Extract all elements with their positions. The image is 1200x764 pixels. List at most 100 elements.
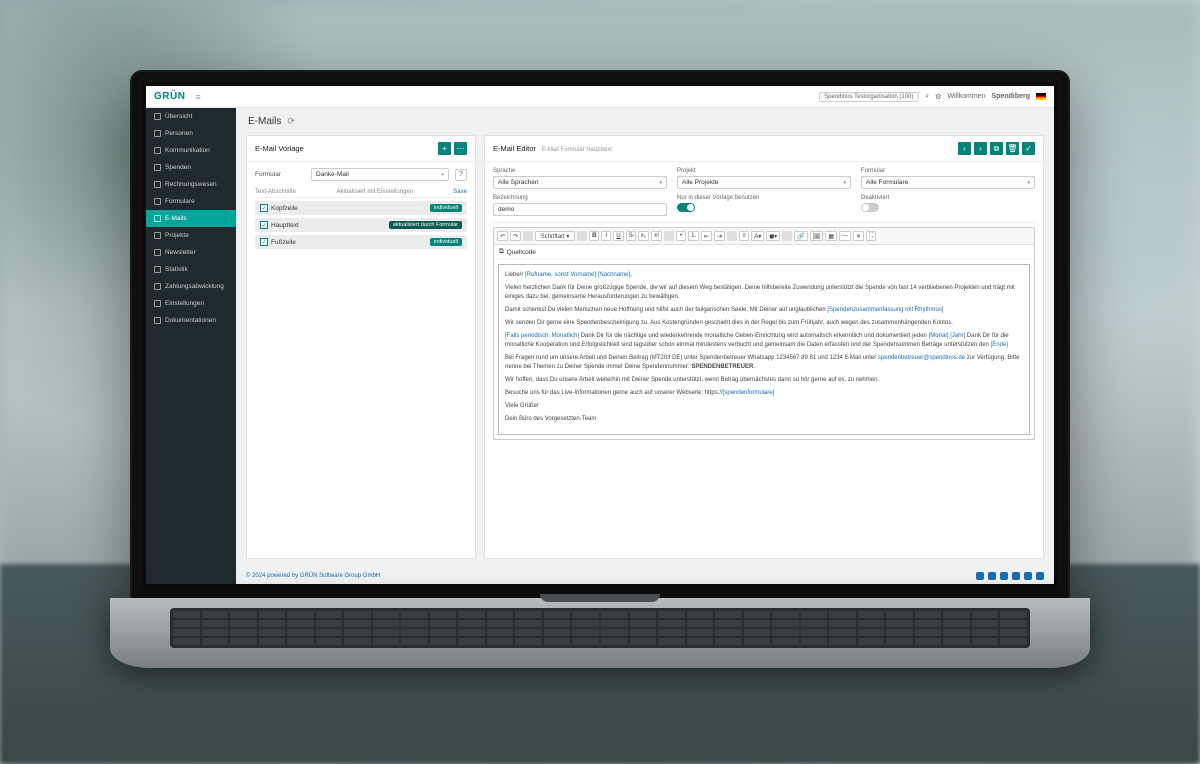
nurhier-toggle[interactable] <box>677 203 695 212</box>
laptop-keyboard <box>170 608 1030 648</box>
social-instagram-icon[interactable] <box>1036 572 1044 580</box>
editor-prev-button[interactable]: ‹ <box>958 142 971 155</box>
social-facebook-icon[interactable] <box>988 572 996 580</box>
nav-doku[interactable]: Dokumentationen <box>146 312 236 329</box>
source-label[interactable]: Quellcode <box>507 249 536 256</box>
list-ul-icon[interactable]: • <box>676 231 686 241</box>
social-linkedin-icon[interactable] <box>1000 572 1008 580</box>
editor-content[interactable]: Liebe/r [Rufname, sonst Vorname] [Nachna… <box>498 264 1030 435</box>
editor-panel-subtitle: E-Mail Formular Haupttext <box>542 147 612 153</box>
editor-panel: E-Mail Editor E-Mail Formular Haupttext … <box>484 135 1044 559</box>
payment-icon <box>154 283 161 290</box>
mail-icon <box>154 215 161 222</box>
italic-icon[interactable]: I <box>601 231 611 241</box>
people-icon <box>154 130 161 137</box>
align-left-icon[interactable]: ≡ <box>739 231 749 241</box>
bezeichnung-input[interactable]: demo <box>493 203 667 216</box>
template-add-button[interactable]: + <box>438 142 451 155</box>
nav-uebersicht[interactable]: Übersicht <box>146 108 236 125</box>
list-ol-icon[interactable]: 1. <box>688 231 699 241</box>
template-form-label: Formular <box>255 171 305 178</box>
checkbox-icon[interactable]: ✓ <box>260 204 268 212</box>
page-title: E-Mails <box>248 116 281 127</box>
link-icon[interactable]: 🔗 <box>794 231 807 241</box>
nav-rechnungswesen[interactable]: Rechnungswesen <box>146 176 236 193</box>
lang-flag-icon[interactable] <box>1036 93 1046 100</box>
hr-icon[interactable]: — <box>839 231 851 241</box>
indent-icon[interactable]: ⇥ <box>714 231 725 241</box>
nav-spenden[interactable]: Spenden <box>146 159 236 176</box>
sup-icon[interactable]: x² <box>651 231 662 241</box>
editor-delete-button[interactable]: 🗑 <box>1006 142 1019 155</box>
underline-icon[interactable]: U <box>613 231 623 241</box>
editor-panel-title: E-Mail Editor <box>493 144 536 153</box>
bold-icon[interactable]: B <box>589 231 599 241</box>
section-row[interactable]: ✓ Haupttext aktualisiert durch Formular <box>255 218 467 232</box>
checkbox-icon[interactable]: ✓ <box>260 221 268 229</box>
section-row[interactable]: ✓ Kopfzeile individuell <box>255 201 467 215</box>
font-select[interactable]: Schriftart ▾ <box>535 231 575 241</box>
editor-copy-button[interactable]: ⧉ <box>990 142 1003 155</box>
menu-toggle-icon[interactable]: ≡ <box>195 92 200 102</box>
org-search[interactable]: Spendinos Testorganisation (100) <box>819 92 919 102</box>
nav-newsletter[interactable]: Newsletter <box>146 244 236 261</box>
user-name[interactable]: Spendiberg <box>991 93 1030 100</box>
clear-icon[interactable]: ✕ <box>853 231 864 241</box>
image-icon[interactable]: 🖼 <box>810 231 824 241</box>
color-icon[interactable]: A▾ <box>751 231 764 241</box>
help-button[interactable]: ? <box>455 169 467 181</box>
chevron-down-icon: ▾ <box>441 172 444 178</box>
chevron-down-icon: ▾ <box>1027 180 1030 186</box>
nav-kommunikation[interactable]: Kommunikation <box>146 142 236 159</box>
news-icon <box>154 249 161 256</box>
section-badge: individuell <box>430 204 462 212</box>
editor-next-button[interactable]: › <box>974 142 987 155</box>
template-more-button[interactable]: ⋯ <box>454 142 467 155</box>
strike-icon[interactable]: S̶ <box>626 231 636 241</box>
nav-einstellungen[interactable]: Einstellungen <box>146 295 236 312</box>
settings-icon[interactable]: ⚙ <box>935 93 941 101</box>
nav-statistik[interactable]: Statistik <box>146 261 236 278</box>
section-badge: aktualisiert durch Formular <box>389 221 462 229</box>
invoice-icon <box>154 181 161 188</box>
welcome-text: Willkommen <box>947 93 985 100</box>
projekt-select[interactable]: Alle Projekte▾ <box>677 176 851 189</box>
section-badge: individuell <box>430 238 462 246</box>
editor-toolbar: ↶ ↷ Schriftart ▾ B I U S̶ <box>494 228 1034 245</box>
editor-save-button[interactable]: ✓ <box>1022 142 1035 155</box>
brand-logo: GRÜN <box>154 91 185 102</box>
template-select[interactable]: Danke-Mail ▾ <box>311 168 449 181</box>
nav-personen[interactable]: Personen <box>146 125 236 142</box>
checkbox-icon[interactable]: ✓ <box>260 238 268 246</box>
section-name: Haupttext <box>271 222 299 229</box>
undo-icon[interactable]: ↶ <box>497 231 508 241</box>
copyright: © 2024 powered by GRÜN Software Group Gm… <box>246 573 380 579</box>
nav-emails[interactable]: E-Mails <box>146 210 236 227</box>
formular-select[interactable]: Alle Formulare▾ <box>861 176 1035 189</box>
outdent-icon[interactable]: ⇤ <box>701 231 712 241</box>
nav-formulare[interactable]: Formulare <box>146 193 236 210</box>
gear-icon <box>154 300 161 307</box>
sprache-select[interactable]: Alle Sprachen▾ <box>493 176 667 189</box>
formular-label: Formular <box>861 168 1035 174</box>
refresh-icon[interactable]: ⟳ <box>287 116 295 127</box>
heart-icon <box>154 164 161 171</box>
list-head-left: Text-Abschnitte <box>255 189 296 195</box>
expand-icon[interactable]: ⛶ <box>866 231 876 241</box>
social-youtube-icon[interactable] <box>1024 572 1032 580</box>
save-link[interactable]: Save <box>453 189 467 195</box>
deaktiviert-toggle[interactable] <box>861 203 879 212</box>
nav-zahlung[interactable]: Zahlungsabwicklung <box>146 278 236 295</box>
social-twitter-icon[interactable] <box>1012 572 1020 580</box>
template-panel: E-Mail Vorlage + ⋯ Formular <box>246 135 476 559</box>
social-xing-icon[interactable] <box>976 572 984 580</box>
nav-projekte[interactable]: Projekte <box>146 227 236 244</box>
redo-icon[interactable]: ↷ <box>510 231 521 241</box>
sub-icon[interactable]: x₂ <box>638 231 649 241</box>
table-icon[interactable]: ▦ <box>825 231 837 241</box>
section-row[interactable]: ✓ Fußzeile individuell <box>255 235 467 249</box>
search-trigger-icon[interactable]: ⌕ <box>925 93 929 101</box>
source-icon[interactable]: ⧉ <box>499 248 504 256</box>
topbar: GRÜN ≡ Spendinos Testorganisation (100) … <box>146 86 1054 108</box>
bgcolor-icon[interactable]: ◼▾ <box>766 231 780 241</box>
